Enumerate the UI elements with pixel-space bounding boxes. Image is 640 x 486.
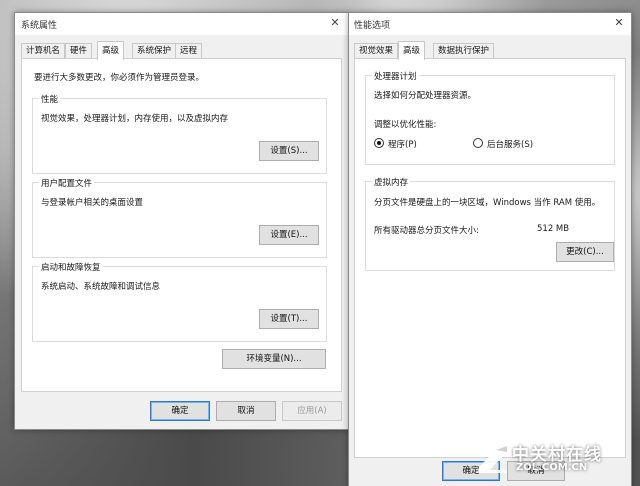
performance-group: 性能 视觉效果，处理器计划，内存使用，以及虚拟内存 设置(S)... (32, 93, 327, 174)
paging-total-value: 512 MB (537, 224, 570, 234)
performance-options-window: 性能选项 ✕ 视觉效果 高级 数据执行保护 处理器计划 选择如何分配处理器资源。… (348, 12, 632, 486)
startup-recovery-label: 启动和故障恢复 (39, 261, 103, 273)
tab-panel: 处理器计划 选择如何分配处理器资源。 调整以优化性能: 程序(P) 后台服务(S… (354, 58, 626, 458)
system-properties-window: 系统属性 ✕ 计算机名 硬件 高级 系统保护 远程 要进行大多数更改，你必须作为… (14, 12, 349, 430)
tab-system-protection[interactable]: 系统保护 (132, 43, 177, 59)
tab-strip: 视觉效果 高级 数据执行保护 (354, 41, 624, 60)
performance-label: 性能 (39, 93, 61, 105)
tab-panel: 要进行大多数更改，你必须作为管理员登录。 性能 视觉效果，处理器计划，内存使用，… (21, 58, 342, 392)
virtual-memory-label: 虚拟内存 (372, 176, 411, 188)
environment-variables-button[interactable]: 环境变量(N)... (222, 349, 326, 369)
zol-logo-icon (479, 446, 507, 473)
zol-watermark: 中关村在线 ZOL.COM.CN (476, 440, 626, 482)
user-profiles-group: 用户配置文件 与登录帐户相关的桌面设置 设置(E)... (32, 177, 327, 258)
tab-advanced[interactable]: 高级 (398, 41, 426, 60)
programs-radio[interactable] (374, 138, 384, 148)
watermark-site: ZOL.COM.CN (516, 462, 588, 473)
background-services-radio[interactable] (473, 138, 483, 148)
user-profiles-description: 与登录帐户相关的桌面设置 (41, 198, 144, 208)
tab-data-execution-prevention[interactable]: 数据执行保护 (433, 43, 495, 59)
processor-scheduling-label: 处理器计划 (372, 70, 419, 82)
apply-button[interactable]: 应用(A) (282, 401, 342, 421)
tab-hardware[interactable]: 硬件 (65, 43, 93, 59)
user-profiles-label: 用户配置文件 (39, 177, 95, 189)
admin-note: 要进行大多数更改，你必须作为管理员登录。 (34, 73, 205, 83)
virtual-memory-description: 分页文件是硬盘上的一块区域，Windows 当作 RAM 使用。 (374, 198, 601, 208)
paging-total-label: 所有驱动器总分页文件大小: (374, 226, 479, 236)
title-bar[interactable]: 性能选项 ✕ (349, 13, 631, 35)
close-icon[interactable]: ✕ (328, 16, 342, 30)
performance-description: 视觉效果，处理器计划，内存使用，以及虚拟内存 (41, 114, 229, 124)
user-profiles-settings-button[interactable]: 设置(E)... (259, 225, 319, 245)
close-icon[interactable]: ✕ (612, 16, 626, 30)
tab-visual-effects[interactable]: 视觉效果 (354, 43, 399, 59)
background-services-radio-label[interactable]: 后台服务(S) (487, 138, 533, 150)
programs-radio-label[interactable]: 程序(P) (388, 138, 417, 150)
startup-recovery-description: 系统启动、系统故障和调试信息 (41, 282, 161, 292)
change-button[interactable]: 更改(C)... (556, 242, 614, 262)
virtual-memory-group: 虚拟内存 分页文件是硬盘上的一块区域，Windows 当作 RAM 使用。 所有… (365, 176, 615, 271)
processor-description: 选择如何分配处理器资源。 (374, 91, 477, 101)
title-bar[interactable]: 系统属性 ✕ (15, 13, 348, 35)
cancel-button[interactable]: 取消 (216, 401, 276, 421)
tab-strip: 计算机名 硬件 高级 系统保护 远程 (21, 41, 341, 60)
tab-remote[interactable]: 远程 (175, 43, 203, 59)
adjust-label: 调整以优化性能: (374, 120, 437, 130)
window-title: 系统属性 (21, 21, 58, 31)
startup-recovery-settings-button[interactable]: 设置(T)... (259, 309, 319, 329)
performance-settings-button[interactable]: 设置(S)... (259, 141, 319, 161)
tab-advanced[interactable]: 高级 (97, 41, 125, 60)
window-title: 性能选项 (354, 21, 391, 31)
startup-recovery-group: 启动和故障恢复 系统启动、系统故障和调试信息 设置(T)... (32, 261, 327, 342)
ok-button[interactable]: 确定 (150, 401, 210, 421)
processor-scheduling-group: 处理器计划 选择如何分配处理器资源。 调整以优化性能: 程序(P) 后台服务(S… (365, 70, 615, 165)
tab-computer-name[interactable]: 计算机名 (21, 43, 66, 59)
